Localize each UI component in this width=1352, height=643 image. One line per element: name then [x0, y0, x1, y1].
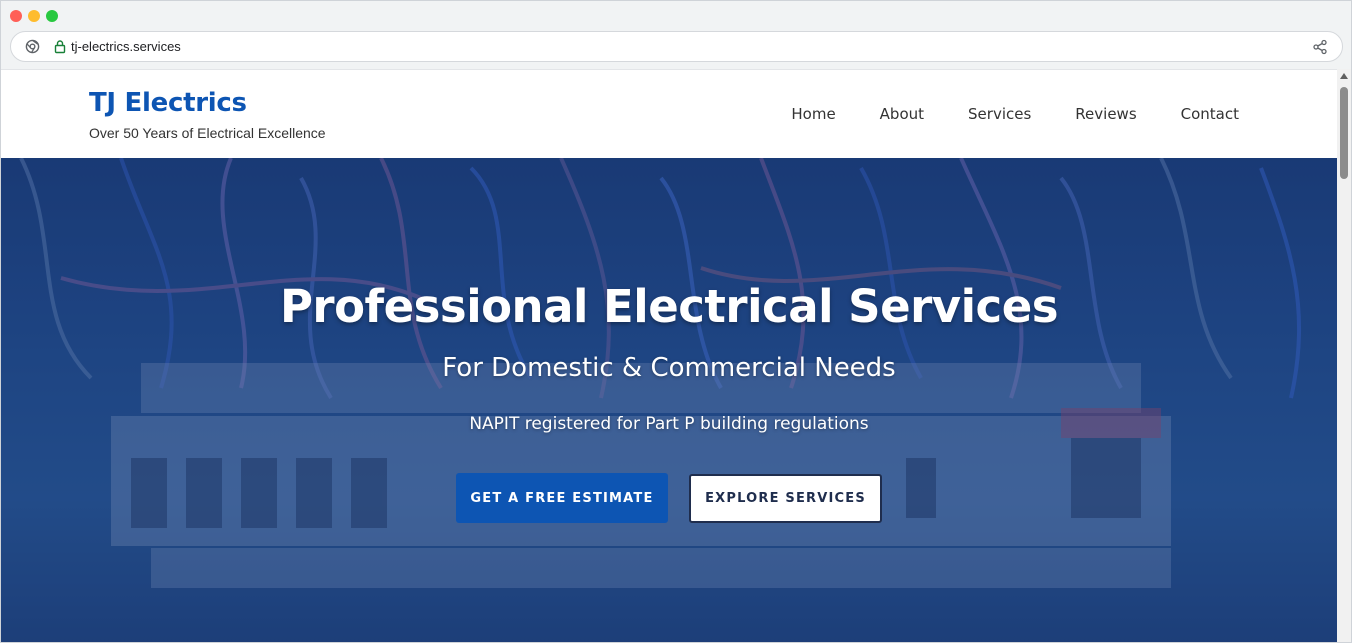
- url-text[interactable]: tj-electrics.services: [71, 39, 181, 54]
- brand-logo[interactable]: TJ Electrics: [89, 88, 247, 118]
- close-window-button[interactable]: [10, 10, 22, 22]
- hero-overlay: [1, 158, 1337, 642]
- share-icon[interactable]: [1312, 39, 1328, 55]
- nav-reviews[interactable]: Reviews: [1075, 105, 1136, 123]
- nav-about[interactable]: About: [880, 105, 924, 123]
- nav-home[interactable]: Home: [791, 105, 835, 123]
- site-header: TJ Electrics Over 50 Years of Electrical…: [1, 70, 1337, 158]
- lock-icon[interactable]: [54, 39, 66, 54]
- main-nav: Home About Services Reviews Contact: [747, 105, 1239, 123]
- nav-services[interactable]: Services: [968, 105, 1031, 123]
- page-viewport: TJ Electrics Over 50 Years of Electrical…: [1, 69, 1337, 642]
- nav-contact[interactable]: Contact: [1181, 105, 1239, 123]
- browser-window: tj-electrics.services TJ Electrics Over …: [0, 0, 1352, 643]
- address-bar[interactable]: tj-electrics.services: [10, 31, 1343, 62]
- hero-section: Professional Electrical Services For Dom…: [1, 158, 1337, 642]
- maximize-window-button[interactable]: [46, 10, 58, 22]
- scrollbar-thumb[interactable]: [1340, 87, 1348, 179]
- scroll-up-icon[interactable]: [1340, 73, 1348, 79]
- explore-services-button[interactable]: EXPLORE SERVICES: [689, 474, 882, 523]
- page-scrollbar[interactable]: [1337, 69, 1351, 642]
- browser-site-icon: [25, 39, 40, 54]
- minimize-window-button[interactable]: [28, 10, 40, 22]
- brand-tagline: Over 50 Years of Electrical Excellence: [89, 125, 326, 141]
- hero-registration-note: NAPIT registered for Part P building reg…: [469, 414, 869, 434]
- hero-title: Professional Electrical Services: [279, 280, 1059, 333]
- hero-subtitle: For Domestic & Commercial Needs: [442, 353, 896, 383]
- free-estimate-button[interactable]: GET A FREE ESTIMATE: [456, 473, 668, 523]
- title-bar: [1, 1, 1351, 29]
